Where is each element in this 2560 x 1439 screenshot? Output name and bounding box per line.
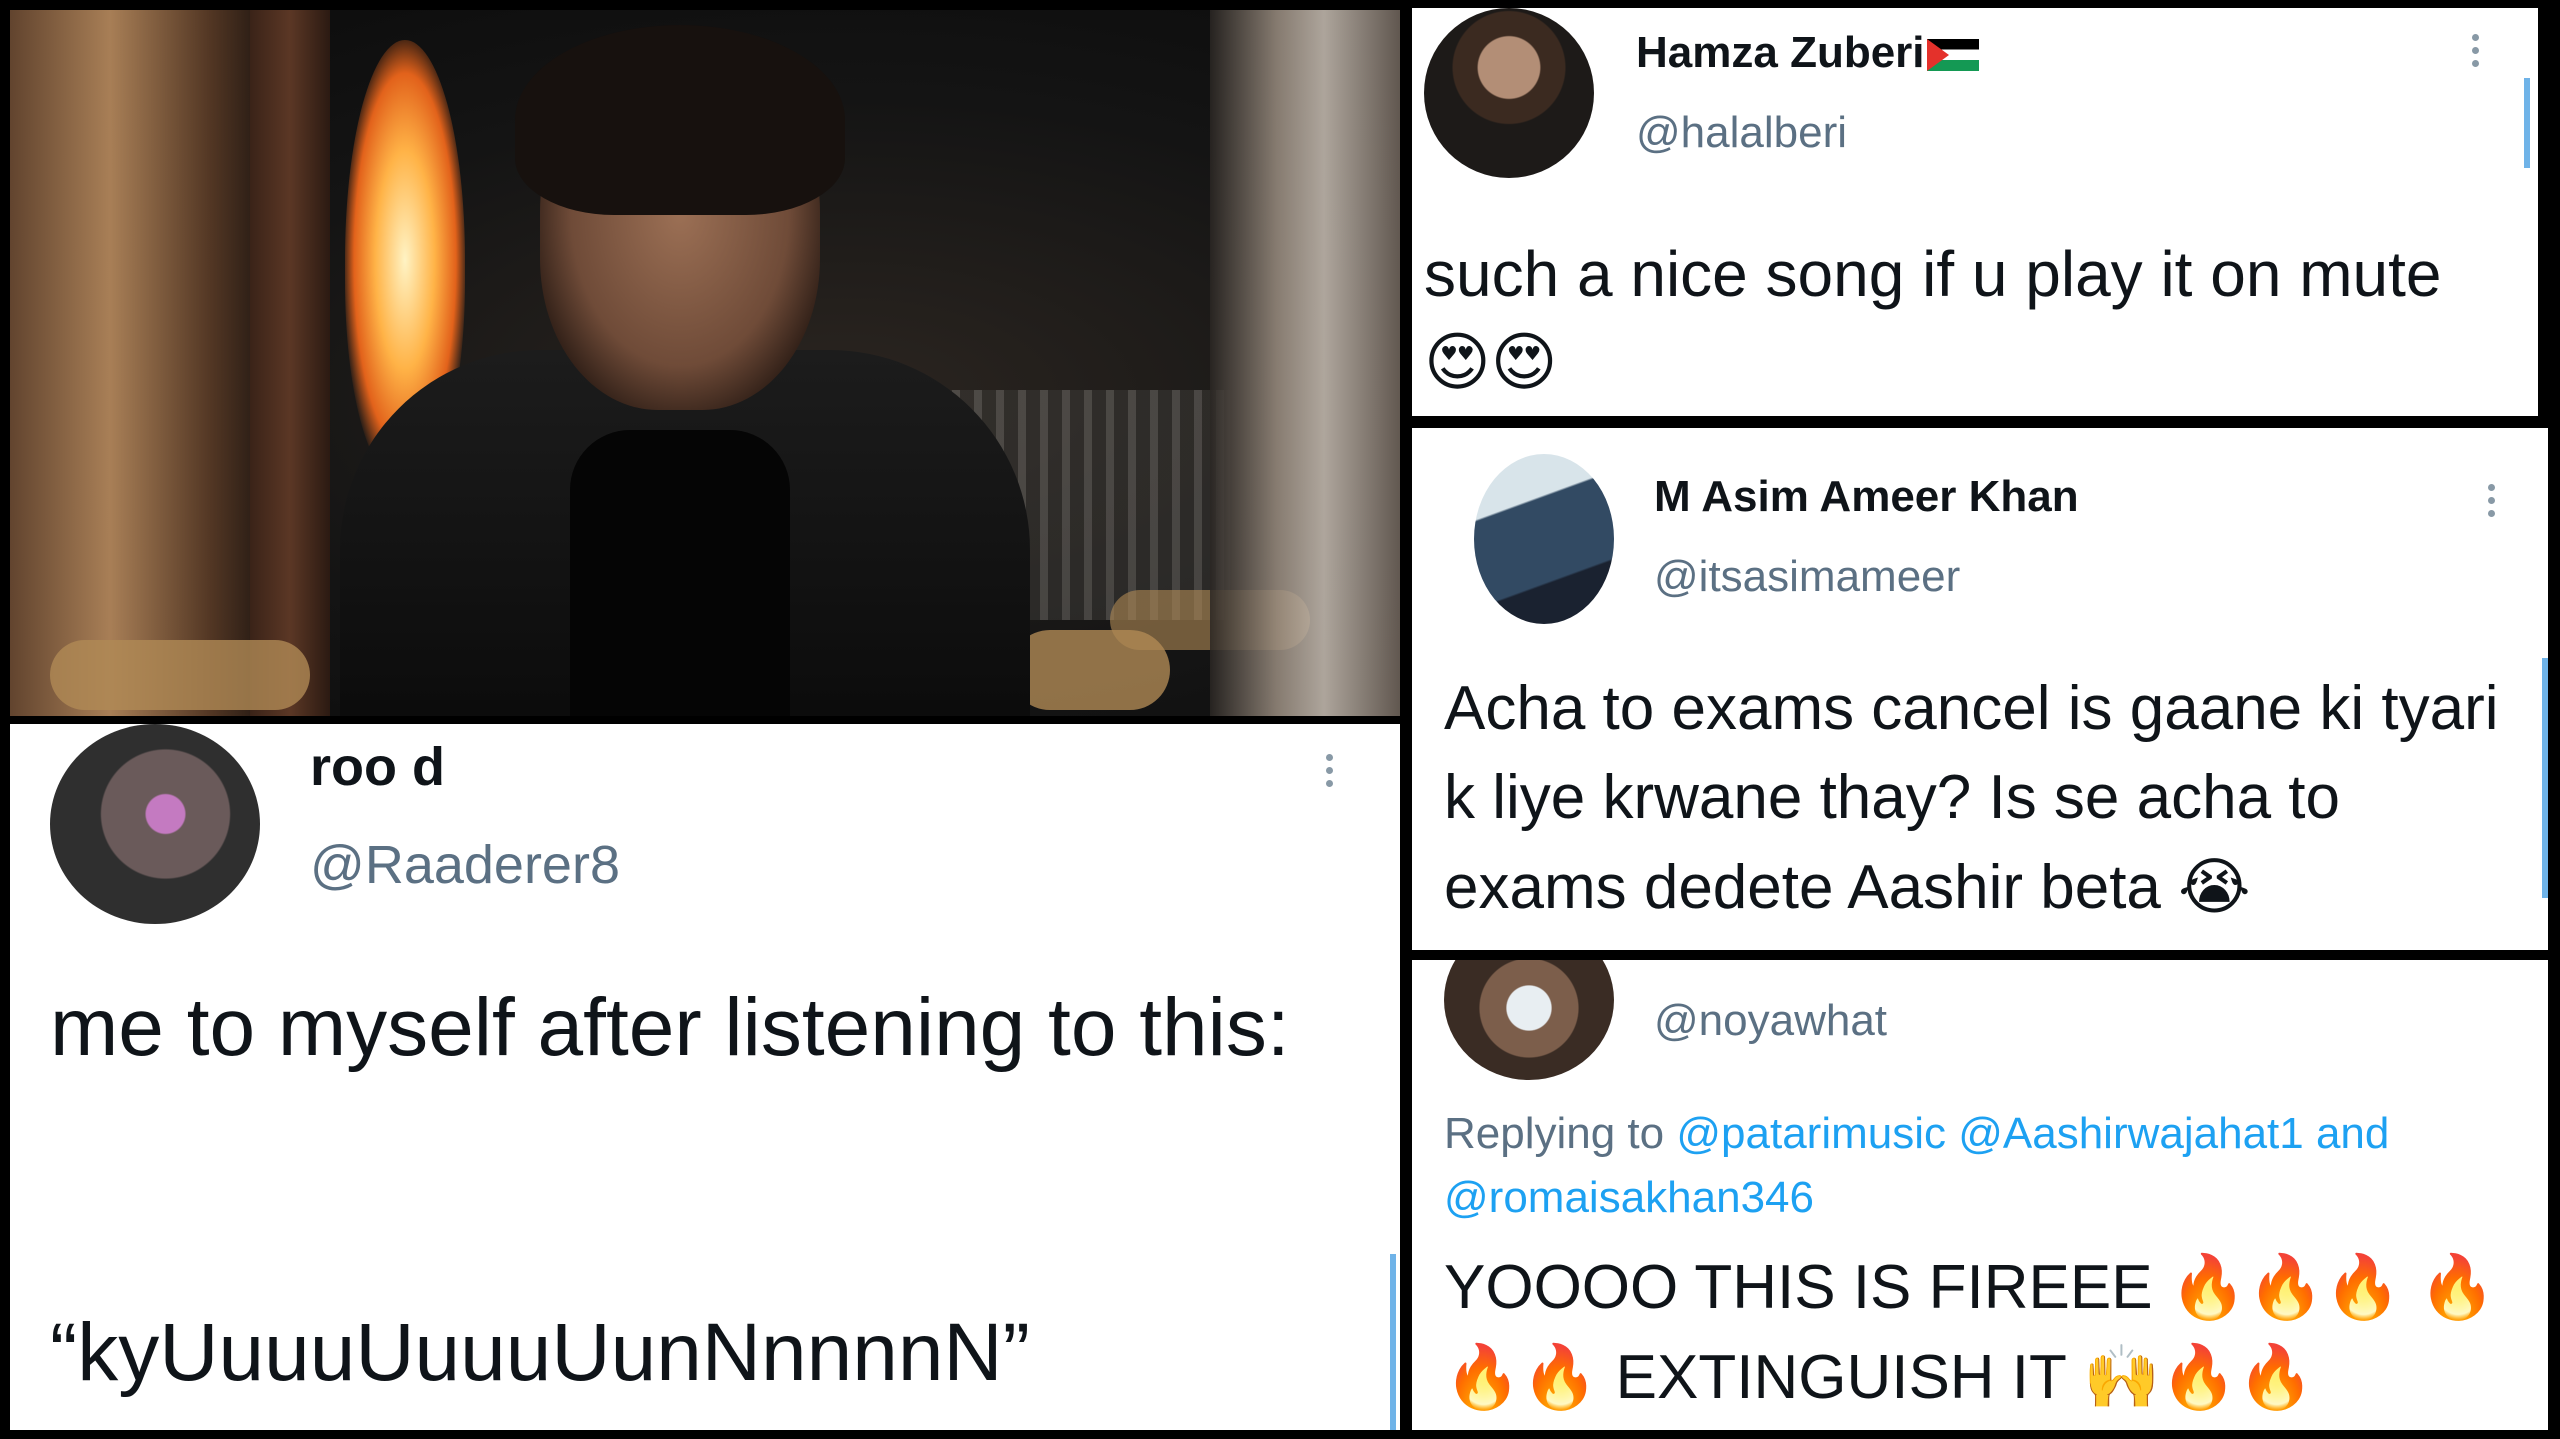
tweet-text: Acha to exams cancel is gaane ki tyari k… (1444, 674, 2499, 923)
user-handle[interactable]: @Raaderer8 (310, 834, 620, 896)
tweet-quote-text: “kyUuuuUuuuUunNnnnnN” (50, 1307, 1030, 1398)
avatar[interactable] (50, 724, 260, 924)
video-still-photo (10, 10, 1400, 716)
avatar[interactable] (1444, 960, 1614, 1080)
more-options-icon[interactable] (2472, 34, 2479, 73)
tweet-card-roo[interactable]: roo d @Raaderer8 me to myself after list… (10, 724, 1400, 1430)
display-name[interactable]: M Asim Ameer Khan (1654, 472, 2079, 522)
user-handle[interactable]: @noyawhat (1654, 996, 1887, 1046)
display-name[interactable]: Hamza Zuberi (1636, 28, 1979, 78)
person-shirt (570, 430, 790, 716)
person-hair (515, 25, 845, 215)
fire-emoji-icon: 🔥🔥🔥 (2169, 1250, 2402, 1323)
palestine-flag-icon (1926, 39, 1979, 72)
avatar[interactable] (1424, 8, 1594, 178)
tweet-card-asim[interactable]: M Asim Ameer Khan @itsasimameer Acha to … (1412, 428, 2548, 950)
cushion (50, 640, 310, 710)
curtain-left (10, 10, 260, 716)
tweet-text: such a nice song if u play it on mute😍😍 (1424, 238, 2442, 400)
replying-to: Replying to @patarimusic @Aashirwajahat1… (1444, 1109, 2390, 1222)
crying-face-emoji-icon: 😭 (2178, 850, 2251, 923)
scrollbar[interactable] (1390, 1254, 1396, 1430)
heart-eyes-emoji-icon: 😍😍 (1424, 326, 1558, 400)
wooden-pillar (250, 10, 330, 716)
raising-hands-emoji-icon: 🙌🔥🔥 (2083, 1340, 2315, 1413)
more-options-icon[interactable] (1326, 754, 1333, 793)
display-name[interactable]: roo d (310, 736, 445, 798)
scrollbar[interactable] (2524, 78, 2530, 168)
avatar[interactable] (1474, 454, 1614, 624)
tweet-card-noya[interactable]: @noyawhat Replying to @patarimusic @Aash… (1412, 960, 2548, 1430)
user-handle[interactable]: @itsasimameer (1654, 552, 1960, 602)
scrollbar[interactable] (2542, 658, 2548, 898)
user-handle[interactable]: @halalberi (1636, 108, 1847, 158)
tweet-text: me to myself after listening to this: (50, 982, 1290, 1073)
tweet-text: YOOOO THIS IS FIREEE 🔥🔥🔥 🔥🔥🔥 EXTINGUISH … (1444, 1250, 2496, 1413)
tweet-card-hamza[interactable]: Hamza Zuberi @halalberi such a nice song… (1412, 8, 2538, 416)
more-options-icon[interactable] (2488, 484, 2495, 523)
curtain-right (1210, 10, 1400, 716)
